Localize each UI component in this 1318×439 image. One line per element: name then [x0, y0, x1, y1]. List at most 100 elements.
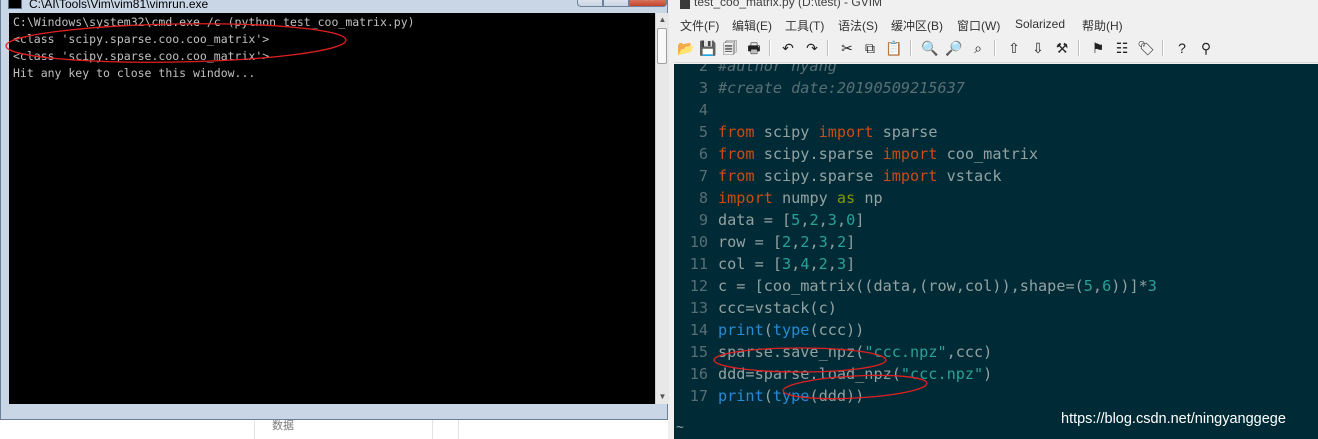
code-line[interactable]: 5 from scipy import sparse	[674, 121, 938, 143]
run-script-icon[interactable]: ⚒	[1052, 38, 1072, 58]
maximize-button[interactable]	[603, 0, 629, 7]
code-line[interactable]: 3 #create date:20190509215637	[674, 77, 965, 99]
menu-edit[interactable]: 编辑(E)	[732, 17, 772, 34]
save-all-icon[interactable]: 🗐	[720, 38, 740, 58]
code-token-plain: coo_matrix	[937, 145, 1039, 163]
code-token-plain: ))]*	[1111, 277, 1148, 295]
vertical-scrollbar[interactable]: ▲ ▼	[655, 13, 669, 404]
console-line: <class 'scipy.sparse.coo.coo_matrix'>	[13, 49, 270, 63]
make-icon[interactable]: ⚑	[1088, 38, 1108, 58]
cmd-title-bar[interactable]: C:\AI\Tools\Vim\vim81\vimrun.exe ✕	[1, 0, 667, 12]
toolbar-separator	[910, 40, 912, 56]
scroll-up-arrow-icon[interactable]: ▲	[656, 13, 669, 27]
code-token-plain: ,ccc)	[946, 343, 993, 361]
code-token-comment: #create date:20190509215637	[718, 79, 965, 97]
code-token-num: 3	[827, 211, 837, 229]
code-token-plain: (	[763, 387, 773, 405]
code-token-kw: from	[718, 145, 755, 163]
code-token-kw: import	[882, 145, 938, 163]
paste-icon[interactable]: 📋	[884, 38, 904, 58]
code-editor[interactable]: 2 #author nyang 3 #create date:201905092156…	[674, 64, 1318, 422]
undo-icon[interactable]: ↶	[778, 38, 798, 58]
code-token-num: 5	[791, 211, 801, 229]
code-token-fn: print	[718, 387, 764, 405]
code-token-num: 2	[818, 255, 828, 273]
code-token-plain: ,	[791, 233, 801, 251]
line-number: 3	[698, 79, 708, 97]
line-number: 13	[689, 299, 708, 317]
find-prev-icon[interactable]: ⌕	[968, 38, 988, 58]
load-session-icon[interactable]: ⇧	[1004, 38, 1024, 58]
code-token-kw: from	[718, 123, 755, 141]
code-line[interactable]: 10 row = [2,2,3,2]	[674, 231, 856, 253]
code-token-fn: print	[718, 321, 764, 339]
code-token-plain: ,	[791, 255, 801, 273]
code-line[interactable]: 14 print(type(ccc))	[674, 319, 865, 341]
code-token-plain: numpy	[772, 189, 837, 207]
code-token-plain: ,	[809, 255, 819, 273]
code-token-kw: from	[718, 167, 755, 185]
code-token-fn: type	[772, 321, 810, 339]
code-token-num: 3	[818, 233, 828, 251]
code-line[interactable]: 12 c = [coo_matrix((data,(row,col)),shape…	[674, 275, 1157, 297]
line-number: 5	[698, 123, 708, 141]
open-icon[interactable]: 📂	[676, 38, 696, 58]
build-tags-icon[interactable]: ☷	[1112, 38, 1132, 58]
help-icon[interactable]: ?	[1172, 38, 1192, 58]
code-line[interactable]: 7 from scipy.sparse import vstack	[674, 165, 1002, 187]
code-line[interactable]: 9 data = [5,2,3,0]	[674, 209, 865, 231]
minimize-button[interactable]	[577, 0, 603, 7]
toolbar-separator	[769, 40, 771, 56]
cut-icon[interactable]: ✂	[837, 38, 857, 58]
code-token-num: 5	[1083, 277, 1093, 295]
code-line[interactable]: 8 import numpy as np	[674, 187, 883, 209]
menu-buffers[interactable]: 缓冲区(B)	[891, 17, 943, 34]
save-session-icon[interactable]: ⇩	[1028, 38, 1048, 58]
line-number: 9	[698, 211, 708, 229]
code-line[interactable]: 15 sparse.save_npz("ccc.npz",ccc)	[674, 341, 993, 363]
gvim-title-text: test_coo_matrix.py (D:\test) - GVIM	[694, 0, 883, 9]
find-icon[interactable]: 🔍	[920, 38, 940, 58]
code-token-plain: col = [	[718, 255, 783, 273]
code-line[interactable]: 17 print(type(ddd))	[674, 385, 865, 407]
code-line[interactable]: 6 from scipy.sparse import coo_matrix	[674, 143, 1038, 165]
redo-icon[interactable]: ↷	[802, 38, 822, 58]
gvim-window: test_coo_matrix.py (D:\test) - GVIM 文件(F…	[674, 0, 1318, 439]
line-number: 12	[689, 277, 708, 295]
console-icon	[8, 0, 22, 9]
menu-file[interactable]: 文件(F)	[680, 17, 719, 34]
code-line[interactable]: 2 #author nyang	[674, 64, 837, 77]
menu-tools[interactable]: 工具(T)	[785, 17, 824, 34]
code-line[interactable]: 13 ccc=vstack(c)	[674, 297, 837, 319]
close-button[interactable]: ✕	[629, 0, 667, 7]
code-line[interactable]: 16 ddd=sparse.load_npz("ccc.npz")	[674, 363, 993, 385]
menu-solarized[interactable]: Solarized	[1015, 17, 1065, 31]
scroll-thumb[interactable]	[657, 28, 667, 64]
code-token-plain: sparse	[873, 123, 938, 141]
scroll-down-arrow-icon[interactable]: ▼	[656, 390, 669, 404]
jump-tag-icon[interactable]: 🏷	[1136, 38, 1156, 58]
code-token-plain: ,	[809, 233, 819, 251]
close-icon: ✕	[644, 0, 654, 4]
copy-icon[interactable]: ⧉	[860, 38, 880, 58]
find-help-icon[interactable]: ⚲	[1196, 38, 1216, 58]
menu-syntax[interactable]: 语法(S)	[838, 17, 878, 34]
code-token-comment: #author nyang	[718, 64, 837, 75]
find-next-icon[interactable]: 🔎	[944, 38, 964, 58]
code-token-plain: scipy.sparse	[754, 145, 883, 163]
menu-window[interactable]: 窗口(W)	[957, 17, 1000, 34]
code-token-plain: sparse.save_npz(	[718, 343, 865, 361]
code-token-str: "ccc.npz"	[864, 343, 947, 361]
toolbar-separator	[994, 40, 996, 56]
toolbar: 📂 💾 🗐 🖶 ↶ ↷ ✂ ⧉ 📋 🔍 🔎 ⌕ ⇧ ⇩ ⚒ ⚑ ☷ 🏷 ? ⚲	[674, 34, 1318, 63]
code-token-as: as	[836, 189, 856, 207]
line-number: 17	[689, 387, 708, 405]
code-line[interactable]: 11 col = [3,4,2,3]	[674, 253, 856, 275]
line-number: 15	[689, 343, 708, 361]
line-number: 7	[698, 167, 708, 185]
save-icon[interactable]: 💾	[698, 38, 718, 58]
print-icon[interactable]: 🖶	[744, 38, 764, 58]
console-output[interactable]: C:\Windows\system32\cmd.exe /c (python t…	[9, 13, 655, 404]
menu-help[interactable]: 帮助(H)	[1082, 17, 1123, 34]
code-line[interactable]: 4	[674, 99, 718, 121]
